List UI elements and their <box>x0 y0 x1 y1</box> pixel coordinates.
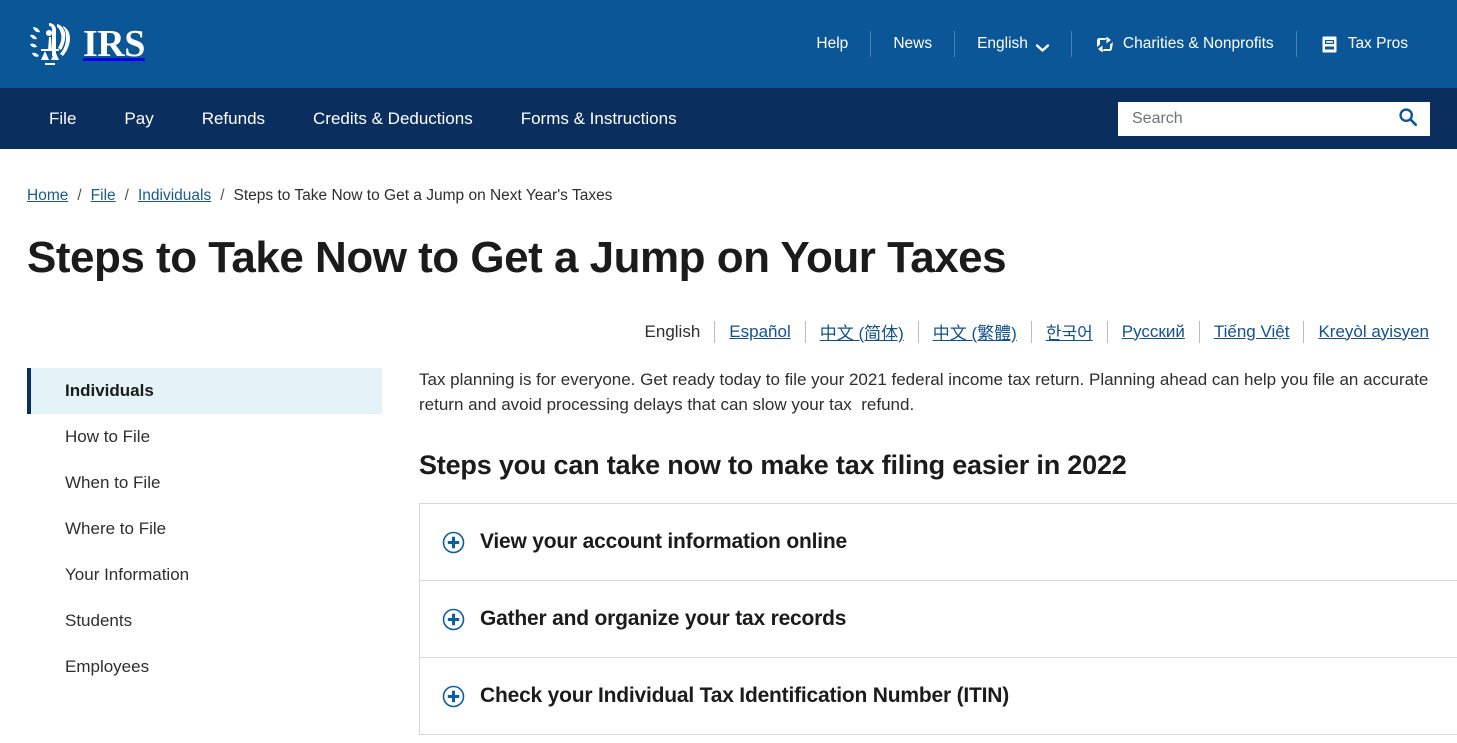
accordion-item-label: View your account information online <box>480 530 847 554</box>
plus-circle-icon <box>442 608 465 631</box>
sidebar-item-your-information[interactable]: Your Information <box>27 552 382 598</box>
language-selector[interactable]: English <box>955 36 1071 52</box>
sidebar-item-where-to-file[interactable]: Where to File <box>27 506 382 552</box>
breadcrumb-item-current: Steps to Take Now to Get a Jump on Next … <box>233 187 613 204</box>
utility-item-help[interactable]: Help <box>794 36 870 52</box>
utility-nav: Help News English Charities & Nonprofits… <box>794 24 1430 64</box>
irs-wordmark: IRS <box>83 23 145 65</box>
irs-logo-link[interactable]: IRS <box>27 19 145 69</box>
sidebar-item-when-to-file[interactable]: When to File <box>27 460 382 506</box>
irs-emblem-icon <box>27 19 79 69</box>
sidebar-item-students[interactable]: Students <box>27 598 382 644</box>
language-switcher: English Español 中文 (简体) 中文 (繁體) 한국어 Русс… <box>27 319 1430 344</box>
nav-item-credits-deductions[interactable]: Credits & Deductions <box>289 109 497 129</box>
language-current-english: English <box>644 321 701 341</box>
nav-item-file[interactable]: File <box>27 109 100 129</box>
search-button[interactable] <box>1392 102 1424 136</box>
breadcrumb-item-individuals[interactable]: Individuals <box>138 187 211 205</box>
section-heading: Steps you can take now to make tax filin… <box>419 450 1127 481</box>
primary-nav: File Pay Refunds Credits & Deductions Fo… <box>0 88 1457 149</box>
utility-header: IRS Help News English Charities & Nonpro… <box>0 0 1457 88</box>
utility-item-label: Tax Pros <box>1347 35 1408 53</box>
language-link-espanol[interactable]: Español <box>715 322 804 342</box>
intro-paragraph: Tax planning is for everyone. Get ready … <box>419 370 1434 414</box>
language-link-haitian-creole[interactable]: Kreyòl ayisyen <box>1304 322 1429 342</box>
nav-item-refunds[interactable]: Refunds <box>178 109 289 129</box>
search-icon <box>1398 107 1418 130</box>
utility-item-label: News <box>893 35 933 53</box>
utility-item-label: English <box>977 35 1028 53</box>
utility-item-charities[interactable]: Charities & Nonprofits <box>1072 34 1296 55</box>
search-input[interactable] <box>1118 101 1430 136</box>
nav-item-forms-instructions[interactable]: Forms & Instructions <box>497 109 701 129</box>
breadcrumb-separator: / <box>220 187 225 204</box>
breadcrumb-separator: / <box>124 187 129 204</box>
language-link-vietnamese[interactable]: Tiếng Việt <box>1200 322 1304 342</box>
plus-circle-icon <box>442 531 465 554</box>
accordion-item-gather-records[interactable]: Gather and organize your tax records <box>420 581 1457 659</box>
nav-item-pay[interactable]: Pay <box>100 109 177 129</box>
breadcrumb-item-file[interactable]: File <box>91 187 116 205</box>
breadcrumb-item-home[interactable]: Home <box>27 187 68 205</box>
sidebar-item-employees[interactable]: Employees <box>27 644 382 690</box>
page-title: Steps to Take Now to Get a Jump on Your … <box>27 233 1007 282</box>
accordion-item-label: Check your Individual Tax Identification… <box>480 684 1010 708</box>
chevron-down-icon <box>1035 40 1050 52</box>
sidebar-nav: Individuals How to File When to File Whe… <box>27 368 382 735</box>
plus-circle-icon <box>442 685 465 708</box>
accordion-item-view-account[interactable]: View your account information online <box>420 504 1457 582</box>
tax-pros-icon <box>1319 34 1340 55</box>
utility-item-label: Help <box>816 35 849 53</box>
language-link-chinese-traditional[interactable]: 中文 (繁體) <box>919 319 1031 344</box>
breadcrumb-separator: / <box>77 187 82 204</box>
language-link-chinese-simplified[interactable]: 中文 (简体) <box>806 319 918 344</box>
breadcrumb: Home / File / Individuals / Steps to Tak… <box>27 149 1430 205</box>
accordion-item-check-itin[interactable]: Check your Individual Tax Identification… <box>420 658 1457 736</box>
content-columns: Individuals How to File When to File Whe… <box>27 368 1457 736</box>
main-content: Tax planning is for everyone. Get ready … <box>382 368 1457 736</box>
utility-item-news[interactable]: News <box>871 36 954 52</box>
language-link-russian[interactable]: Русский <box>1108 322 1199 342</box>
utility-item-label: Charities & Nonprofits <box>1122 35 1274 53</box>
accordion-list: View your account information online Gat… <box>419 503 1457 736</box>
charities-icon <box>1094 34 1115 55</box>
page-body: Home / File / Individuals / Steps to Tak… <box>0 149 1457 736</box>
search-container <box>1118 101 1430 136</box>
accordion-item-label: Gather and organize your tax records <box>480 607 847 631</box>
sidebar-item-individuals[interactable]: Individuals <box>27 368 382 414</box>
utility-item-tax-pros[interactable]: Tax Pros <box>1297 34 1430 55</box>
sidebar-item-how-to-file[interactable]: How to File <box>27 414 382 460</box>
language-link-korean[interactable]: 한국어 <box>1032 319 1107 344</box>
